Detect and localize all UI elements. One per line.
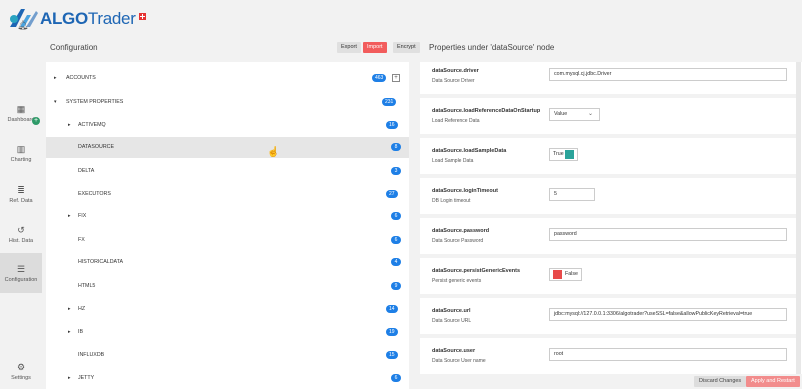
count-badge: 16 — [386, 121, 398, 129]
property-row: dataSource.url Data Source URL jdbc:mysq… — [420, 302, 796, 338]
tree-item-historicaldata[interactable]: HISTORICALDATA 4 — [46, 252, 409, 273]
properties-title: Properties under 'dataSource' node — [429, 43, 555, 52]
url-input[interactable]: jdbc:mysql://127.0.0.1:3306/algotrader?u… — [549, 308, 787, 321]
load-sample-data-toggle[interactable]: True — [549, 148, 578, 161]
property-row: dataSource.driver Data Source Driver com… — [420, 62, 796, 98]
count-badge: 15 — [386, 351, 398, 359]
bell-icon: 🔔︎ — [17, 20, 29, 30]
toggle-off-indicator — [553, 270, 562, 279]
user-input[interactable]: root — [549, 348, 787, 361]
property-row: dataSource.password Data Source Password… — [420, 222, 796, 258]
tree-item-fix[interactable]: ▸ FIX 6 — [46, 206, 409, 227]
expand-icon[interactable]: ▸ — [68, 375, 71, 381]
count-badge: 231 — [382, 98, 397, 106]
config-tree: ▸ ACCOUNTS 463 + ▾ SYSTEM PROPERTIES 231… — [46, 62, 409, 389]
property-row: dataSource.persistGenericEvents Persist … — [420, 262, 796, 298]
properties-scrollbar[interactable] — [796, 62, 801, 374]
gear-icon: ⚙ — [16, 361, 26, 372]
notifications-button[interactable]: 🔔︎ — [10, 15, 32, 33]
property-row: dataSource.loadSampleData Load Sample Da… — [420, 142, 796, 178]
nav-settings[interactable]: ⚙ Settings — [0, 351, 42, 389]
bar-chart-icon: ▥ — [16, 143, 26, 154]
nav-ref-data[interactable]: ≣ Ref. Data — [0, 174, 42, 214]
count-badge: 19 — [386, 328, 398, 336]
tree-item-delta[interactable]: DELTA 3 — [46, 161, 409, 182]
login-timeout-input[interactable]: 5 — [549, 188, 595, 201]
count-badge: 6 — [391, 212, 401, 220]
import-button[interactable]: Import — [363, 42, 387, 53]
load-reference-data-select[interactable]: Value ⌄ — [549, 108, 600, 121]
nav-configuration[interactable]: ☰ Configuration — [0, 253, 42, 293]
toggle-on-indicator — [564, 150, 574, 159]
property-row: dataSource.user Data Source User name ro… — [420, 342, 796, 374]
tree-item-datasource[interactable]: DATASOURCE 8 — [46, 137, 409, 158]
tree-item-ib[interactable]: ▸ IB 19 — [46, 322, 409, 343]
apply-and-restart-button[interactable]: Apply and Restart — [746, 376, 800, 387]
tree-item-fx[interactable]: FX 6 — [46, 230, 409, 251]
expand-icon[interactable]: ▸ — [54, 75, 57, 81]
count-badge: 9 — [391, 282, 401, 290]
count-badge: 6 — [391, 236, 401, 244]
swiss-flag-icon — [138, 12, 146, 20]
tree-item-executors[interactable]: EXECUTORS 27 — [46, 184, 409, 205]
driver-input[interactable]: com.mysql.cj.jdbc.Driver — [549, 68, 787, 81]
password-input[interactable]: password — [549, 228, 787, 241]
count-badge: 8 — [391, 143, 401, 151]
add-dashboard-icon[interactable]: + — [32, 117, 40, 125]
persist-generic-events-toggle[interactable]: False — [549, 268, 582, 281]
nav-hist-data[interactable]: ↺ Hist. Data — [0, 214, 42, 254]
export-button[interactable]: Export — [337, 42, 361, 53]
count-badge: 3 — [391, 167, 401, 175]
count-badge: 463 — [372, 74, 387, 82]
property-row: dataSource.loadReferenceDataOnStartup Lo… — [420, 102, 796, 138]
tree-item-activemq[interactable]: ▸ ACTIVEMQ 16 — [46, 115, 409, 136]
nav-charting[interactable]: ▥ Charting — [0, 133, 42, 173]
expand-icon[interactable]: ▸ — [68, 122, 71, 128]
tree-item-hz[interactable]: ▸ HZ 14 — [46, 299, 409, 320]
mouse-pointer-icon: ☝ — [267, 147, 280, 158]
encrypt-button[interactable]: Encrypt — [393, 42, 420, 53]
expand-icon[interactable]: ▸ — [68, 213, 71, 219]
count-badge: 14 — [386, 305, 398, 313]
discard-changes-button[interactable]: Discard Changes — [694, 376, 747, 387]
count-badge: 6 — [391, 374, 401, 382]
configuration-title: Configuration — [50, 43, 98, 52]
tree-item-influxdb[interactable]: INFLUXDB 15 — [46, 345, 409, 366]
database-icon: ≣ — [17, 184, 25, 195]
tree-item-html5[interactable]: HTML5 9 — [46, 276, 409, 297]
tree-item-jetty[interactable]: ▸ JETTY 6 — [46, 368, 409, 389]
properties-panel: dataSource.driver Data Source Driver com… — [420, 62, 802, 374]
count-badge: 4 — [391, 258, 401, 266]
sliders-icon: ☰ — [16, 263, 26, 274]
brand-name: ALGOTrader — [40, 9, 136, 28]
chevron-down-icon: ⌄ — [587, 111, 593, 117]
property-row: dataSource.loginTimeout DB Login timeout… — [420, 182, 796, 218]
tree-item-accounts[interactable]: ▸ ACCOUNTS 463 + — [46, 68, 409, 89]
expand-icon[interactable]: ▸ — [68, 329, 71, 335]
expand-icon[interactable]: ▸ — [68, 306, 71, 312]
nav-dashboard[interactable]: ▦ Dashboard — [0, 93, 42, 133]
tree-item-system-properties[interactable]: ▾ SYSTEM PROPERTIES 231 — [46, 92, 409, 113]
add-account-icon[interactable]: + — [392, 74, 400, 82]
collapse-icon[interactable]: ▾ — [54, 99, 57, 105]
grid-icon: ▦ — [16, 103, 26, 114]
history-icon: ↺ — [17, 224, 25, 235]
count-badge: 27 — [386, 190, 398, 198]
